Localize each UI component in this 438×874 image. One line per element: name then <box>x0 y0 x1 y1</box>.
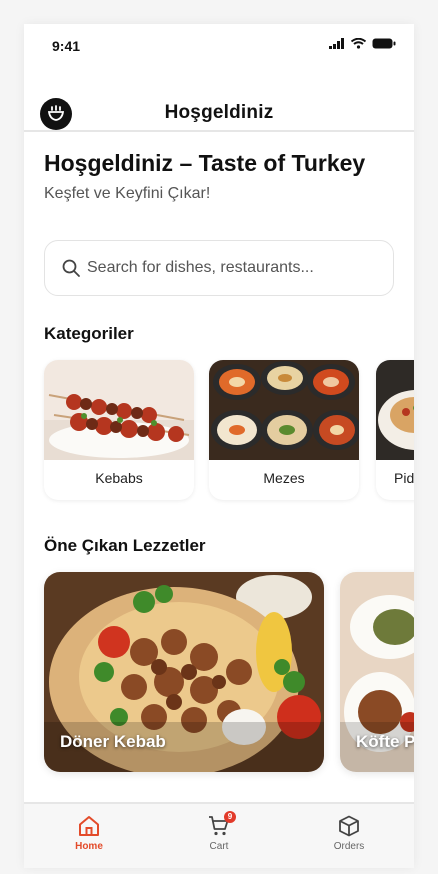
featured-card-doner-kebab[interactable]: Döner Kebab <box>44 572 324 772</box>
page-title: Hoşgeldiniz – Taste of Turkey <box>44 150 366 176</box>
search-icon <box>62 259 80 277</box>
tab-label: Orders <box>333 841 365 852</box>
tab-label: Cart <box>209 841 229 852</box>
search-placeholder: Search for dishes, restaurants... <box>87 259 314 276</box>
tab-cart[interactable]: 9 Cart <box>179 811 259 852</box>
status-bar: 9:41 <box>24 24 414 68</box>
page-subtitle: Keşfet ve Keyfini Çıkar! <box>44 185 211 202</box>
category-label: Mezes <box>263 470 305 486</box>
battery-icon <box>372 38 396 49</box>
category-label: Pid <box>394 470 414 486</box>
tab-home[interactable]: Home <box>49 814 129 852</box>
home-icon <box>79 816 99 836</box>
phone-screen: 9:41 Hoşgeldiniz Hoşgeldiniz – Taste of … <box>24 24 414 868</box>
tab-bar: Home 9 Cart Orders <box>24 802 414 868</box>
tab-orders[interactable]: Orders <box>309 814 389 852</box>
featured-label: Döner Kebab <box>60 732 166 751</box>
featured-list: Döner Kebab Köfte P <box>44 572 414 772</box>
wifi-icon <box>351 38 366 49</box>
status-icons <box>329 38 396 49</box>
tab-label: Home <box>75 841 103 852</box>
cart-badge: 9 <box>224 811 236 823</box>
pide-image <box>376 360 414 460</box>
search-input[interactable]: Search for dishes, restaurants... <box>44 240 394 296</box>
featured-card-kofte[interactable]: Köfte P <box>340 572 414 772</box>
box-icon <box>339 815 359 837</box>
category-label: Kebabs <box>95 470 143 486</box>
mezes-image <box>209 360 359 460</box>
category-card-pide[interactable]: Pid <box>376 360 414 500</box>
category-card-kebabs[interactable]: Kebabs <box>44 360 194 500</box>
category-card-mezes[interactable]: Mezes <box>209 360 359 500</box>
app-bar: Hoşgeldiniz <box>24 68 414 132</box>
categories-list: Kebabs Mezes Pid <box>44 360 414 500</box>
status-time: 9:41 <box>52 38 81 54</box>
categories-title: Kategoriler <box>44 324 134 343</box>
featured-title: Öne Çıkan Lezzetler <box>44 536 206 555</box>
featured-label: Köfte P <box>356 732 414 751</box>
signal-icon <box>329 38 344 49</box>
app-title: Hoşgeldiniz <box>164 102 274 123</box>
kebabs-image <box>44 360 194 460</box>
